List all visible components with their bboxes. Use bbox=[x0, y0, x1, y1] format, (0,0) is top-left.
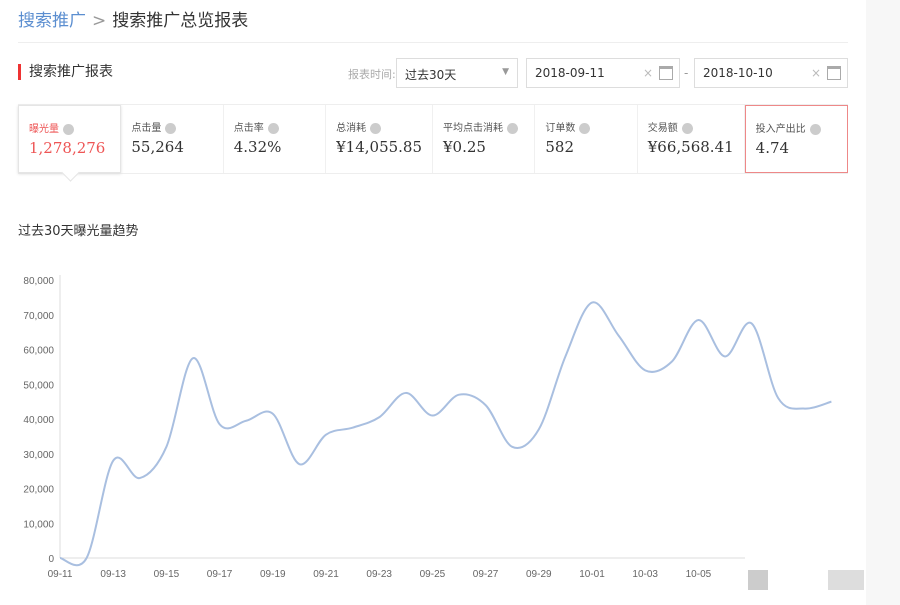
metrics-row: 曝光量 1,278,276 点击量 55,264 点击率 4.32% 总消耗 ¥14,0… bbox=[18, 104, 848, 174]
y-tick-label: 40,000 bbox=[23, 415, 54, 426]
chart-title: 过去30天曝光量趋势 bbox=[18, 220, 139, 239]
range-select[interactable]: 过去30天 ▼ bbox=[396, 58, 518, 88]
x-tick-label: 09-17 bbox=[207, 569, 233, 580]
calendar-icon[interactable] bbox=[659, 66, 673, 80]
x-tick-label: 09-13 bbox=[100, 569, 126, 580]
x-tick-label: 09-21 bbox=[313, 569, 339, 580]
breadcrumb-parent[interactable]: 搜索推广 bbox=[18, 11, 86, 31]
date-separator: - bbox=[684, 66, 688, 80]
metric-roi[interactable]: 投入产出比 4.74 bbox=[745, 105, 848, 173]
range-value: 过去30天 bbox=[405, 68, 456, 82]
end-date-input[interactable]: 2018-10-10 × bbox=[694, 58, 848, 88]
y-tick-label: 70,000 bbox=[23, 311, 54, 322]
chevron-down-icon: ▼ bbox=[502, 67, 509, 77]
clear-icon[interactable]: × bbox=[811, 66, 821, 80]
metric-cpc[interactable]: 平均点击消耗 ¥0.25 bbox=[433, 105, 535, 173]
report-time-label: 报表时间: bbox=[348, 66, 396, 82]
y-tick-label: 80,000 bbox=[23, 276, 54, 287]
y-tick-label: 50,000 bbox=[23, 380, 54, 391]
help-icon[interactable] bbox=[268, 123, 279, 134]
metric-label: 投入产出比 bbox=[756, 124, 806, 135]
metric-value: ¥0.25 bbox=[443, 138, 524, 156]
metric-ctr[interactable]: 点击率 4.32% bbox=[224, 105, 326, 173]
x-tick-label: 09-19 bbox=[260, 569, 286, 580]
calendar-icon[interactable] bbox=[827, 66, 841, 80]
metric-label: 点击率 bbox=[234, 123, 264, 134]
page-title: 搜索推广总览报表 bbox=[112, 11, 248, 31]
metric-label: 点击量 bbox=[131, 123, 161, 134]
breadcrumb: 搜索推广 > 搜索推广总览报表 bbox=[18, 6, 248, 31]
start-date-input[interactable]: 2018-09-11 × bbox=[526, 58, 680, 88]
x-tick-label: 09-11 bbox=[48, 569, 73, 580]
help-icon[interactable] bbox=[682, 123, 693, 134]
end-date-value: 2018-10-10 bbox=[703, 66, 773, 80]
metric-value: 582 bbox=[545, 138, 626, 156]
divider bbox=[18, 42, 848, 43]
metric-value: 4.74 bbox=[756, 139, 837, 157]
metric-value: 55,264 bbox=[131, 138, 212, 156]
help-icon[interactable] bbox=[63, 124, 74, 135]
x-tick-label: 10-05 bbox=[686, 569, 712, 580]
metric-label: 总消耗 bbox=[336, 123, 366, 134]
x-tick-label: 10-01 bbox=[579, 569, 605, 580]
series-line bbox=[60, 302, 831, 565]
help-icon[interactable] bbox=[507, 123, 518, 134]
metric-value: 4.32% bbox=[234, 138, 315, 156]
metric-impressions[interactable]: 曝光量 1,278,276 bbox=[18, 105, 121, 173]
right-panel bbox=[866, 0, 900, 605]
metric-label: 交易额 bbox=[648, 123, 678, 134]
metric-label: 平均点击消耗 bbox=[443, 123, 503, 134]
x-tick-label: 09-23 bbox=[366, 569, 392, 580]
metric-clicks[interactable]: 点击量 55,264 bbox=[121, 105, 223, 173]
line-chart: 0 10,000 20,000 30,000 40,000 50,000 60,000 70,… bbox=[0, 260, 866, 605]
help-icon[interactable] bbox=[370, 123, 381, 134]
y-tick-label: 30,000 bbox=[23, 450, 54, 461]
metric-label: 订单数 bbox=[545, 123, 575, 134]
metric-orders[interactable]: 订单数 582 bbox=[535, 105, 637, 173]
clear-icon[interactable]: × bbox=[643, 66, 653, 80]
start-date-value: 2018-09-11 bbox=[535, 66, 605, 80]
y-tick-label: 20,000 bbox=[23, 485, 54, 496]
x-tick-label: 09-15 bbox=[154, 569, 180, 580]
metric-value: ¥66,568.41 bbox=[648, 138, 734, 156]
x-tick-label: 09-29 bbox=[526, 569, 552, 580]
x-tick-label: 10-03 bbox=[632, 569, 658, 580]
metric-gmv[interactable]: 交易额 ¥66,568.41 bbox=[638, 105, 745, 173]
x-tick-label: 09-27 bbox=[473, 569, 499, 580]
watermark-block bbox=[748, 570, 768, 590]
y-tick-label: 60,000 bbox=[23, 346, 54, 357]
x-tick-label: 09-25 bbox=[420, 569, 446, 580]
y-tick-label: 10,000 bbox=[23, 519, 54, 530]
metric-label: 曝光量 bbox=[29, 124, 59, 135]
help-icon[interactable] bbox=[165, 123, 176, 134]
y-tick-label: 0 bbox=[48, 554, 54, 565]
help-icon[interactable] bbox=[579, 123, 590, 134]
metric-value: ¥14,055.85 bbox=[336, 138, 422, 156]
breadcrumb-separator: > bbox=[92, 11, 106, 31]
section-title: 搜索推广报表 bbox=[18, 64, 113, 80]
metric-value: 1,278,276 bbox=[29, 139, 110, 157]
help-icon[interactable] bbox=[810, 124, 821, 135]
metric-cost[interactable]: 总消耗 ¥14,055.85 bbox=[326, 105, 433, 173]
watermark-block bbox=[828, 570, 864, 590]
